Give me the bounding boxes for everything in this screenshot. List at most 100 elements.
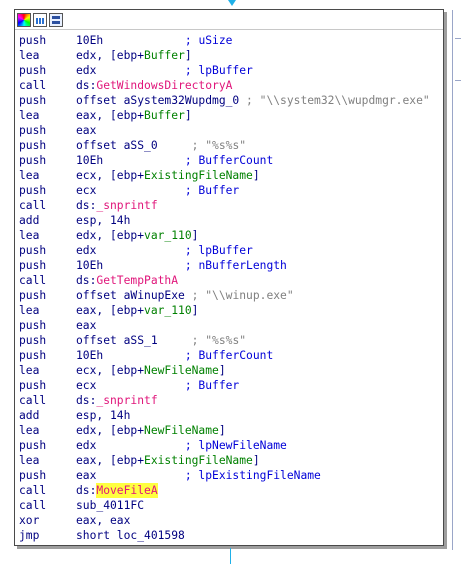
mnemonic[interactable]: lea (19, 108, 76, 123)
mnemonic[interactable]: xor (19, 513, 76, 528)
operand[interactable]: ds: (76, 273, 96, 288)
api-reference[interactable]: MoveFileA (96, 483, 158, 498)
instruction-row[interactable]: push ecx ; Buffer (15, 378, 443, 393)
instruction-row[interactable]: push 10Eh ; BufferCount (15, 153, 443, 168)
instruction-row[interactable]: lea eax, [ebp+ Buffer] (15, 108, 443, 123)
operand[interactable]: esp, 14h (76, 408, 130, 423)
local-variable[interactable]: ExistingFileName (144, 168, 253, 183)
mnemonic[interactable]: lea (19, 168, 76, 183)
instruction-row[interactable]: push eax (15, 318, 443, 333)
operand[interactable]: eax, [ebp+ (76, 453, 144, 468)
instruction-row[interactable]: lea edx, [ebp+ Buffer] (15, 48, 443, 63)
operand[interactable]: ds: (76, 393, 96, 408)
mnemonic[interactable]: push (19, 318, 76, 333)
operand[interactable]: ds: (76, 483, 96, 498)
operand[interactable]: ] (253, 453, 260, 468)
local-variable[interactable]: var_110 (144, 228, 192, 243)
instruction-row[interactable]: xor eax, eax (15, 513, 443, 528)
mnemonic[interactable]: push (19, 93, 76, 108)
instruction-row[interactable]: push 10Eh ; nBufferLength (15, 258, 443, 273)
disassembly-listing[interactable]: push 10Eh ; uSize lea edx, [ebp+ Buffer] push… (15, 30, 443, 543)
mnemonic[interactable]: add (19, 213, 76, 228)
operand[interactable]: eax (76, 123, 96, 138)
instruction-row[interactable]: call ds: GetWindowsDirectoryA (15, 78, 443, 93)
operand[interactable]: edx (76, 438, 96, 453)
instruction-row[interactable]: push offset aSS_0 ; "%s%s" (15, 138, 443, 153)
mnemonic[interactable]: push (19, 333, 76, 348)
instruction-row[interactable]: lea ecx, [ebp+ NewFileName] (15, 363, 443, 378)
local-variable[interactable]: NewFileName (144, 423, 219, 438)
instruction-row[interactable]: add esp, 14h (15, 213, 443, 228)
mnemonic[interactable]: push (19, 138, 76, 153)
operand[interactable]: ] (219, 423, 226, 438)
operand[interactable]: ecx, [ebp+ (76, 168, 144, 183)
instruction-row[interactable]: push offset aSS_1 ; "%s%s" (15, 333, 443, 348)
mnemonic[interactable]: push (19, 123, 76, 138)
api-reference[interactable]: GetTempPathA (96, 273, 178, 288)
mnemonic[interactable]: push (19, 468, 76, 483)
operand[interactable]: ecx (76, 183, 96, 198)
operand[interactable]: eax (76, 318, 96, 333)
operand[interactable]: ] (253, 168, 260, 183)
instruction-row[interactable]: add esp, 14h (15, 408, 443, 423)
mnemonic[interactable]: lea (19, 228, 76, 243)
operand[interactable]: eax (76, 468, 96, 483)
node-titlebar[interactable] (15, 10, 443, 30)
operand[interactable]: ] (185, 108, 192, 123)
local-variable[interactable]: ExistingFileName (144, 453, 253, 468)
instruction-row[interactable]: lea edx, [ebp+ var_110] (15, 228, 443, 243)
instruction-row[interactable]: push edx ; lpBuffer (15, 243, 443, 258)
instruction-row[interactable]: lea edx, [ebp+ NewFileName] (15, 423, 443, 438)
instruction-row[interactable]: call ds: GetTempPathA (15, 273, 443, 288)
instruction-row[interactable]: push eax (15, 123, 443, 138)
mnemonic[interactable]: lea (19, 363, 76, 378)
operand[interactable]: offset aSS_1 (76, 333, 158, 348)
mnemonic[interactable]: call (19, 78, 76, 93)
mnemonic[interactable]: jmp (19, 528, 76, 543)
operand[interactable]: 10Eh (76, 33, 103, 48)
local-variable[interactable]: NewFileName (144, 363, 219, 378)
mnemonic[interactable]: push (19, 438, 76, 453)
operand[interactable]: ecx (76, 378, 96, 393)
mnemonic[interactable]: add (19, 408, 76, 423)
operand[interactable]: eax, [ebp+ (76, 303, 144, 318)
local-variable[interactable]: Buffer (144, 48, 185, 63)
instruction-row[interactable]: jmp short loc_401598 (15, 528, 443, 543)
operand[interactable]: 10Eh (76, 258, 103, 273)
operand[interactable]: ] (192, 228, 199, 243)
color-palette-icon[interactable] (17, 12, 31, 27)
mnemonic[interactable]: push (19, 243, 76, 258)
mnemonic[interactable]: push (19, 378, 76, 393)
instruction-row[interactable]: call ds: _snprintf (15, 198, 443, 213)
mnemonic[interactable]: lea (19, 303, 76, 318)
instruction-row[interactable]: push 10Eh ; uSize (15, 33, 443, 48)
operand[interactable]: edx (76, 243, 96, 258)
mnemonic[interactable]: push (19, 63, 76, 78)
operand[interactable]: 10Eh (76, 348, 103, 363)
api-reference[interactable]: GetWindowsDirectoryA (96, 78, 232, 93)
mnemonic[interactable]: call (19, 483, 76, 498)
api-reference[interactable]: _snprintf (96, 198, 157, 213)
operand[interactable]: offset aSS_0 (76, 138, 158, 153)
instruction-row[interactable]: lea eax, [ebp+ ExistingFileName] (15, 453, 443, 468)
operand[interactable]: eax, eax (76, 513, 130, 528)
operand[interactable]: offset aWinupExe (76, 288, 185, 303)
instruction-row[interactable]: push ecx ; Buffer (15, 183, 443, 198)
instruction-row[interactable]: lea eax, [ebp+ var_110] (15, 303, 443, 318)
code-block-node[interactable]: push 10Eh ; uSize lea edx, [ebp+ Buffer] push… (14, 9, 444, 546)
operand[interactable]: ds: (76, 78, 96, 93)
operand[interactable]: edx (76, 63, 96, 78)
mnemonic[interactable]: call (19, 393, 76, 408)
api-reference[interactable]: _snprintf (96, 393, 157, 408)
mnemonic[interactable]: push (19, 288, 76, 303)
local-variable[interactable]: var_110 (144, 303, 192, 318)
instruction-row[interactable]: push edx ; lpBuffer (15, 63, 443, 78)
bar-chart-icon[interactable] (33, 12, 47, 27)
mnemonic[interactable]: call (19, 273, 76, 288)
instruction-row[interactable]: lea ecx, [ebp+ ExistingFileName] (15, 168, 443, 183)
instruction-row[interactable]: push 10Eh ; BufferCount (15, 348, 443, 363)
mnemonic[interactable]: push (19, 153, 76, 168)
operand[interactable]: sub_4011FC (76, 498, 144, 513)
instruction-row[interactable]: push offset aSystem32Wupdmg_0 ; "\\system… (15, 93, 443, 108)
operand[interactable]: ] (219, 363, 226, 378)
